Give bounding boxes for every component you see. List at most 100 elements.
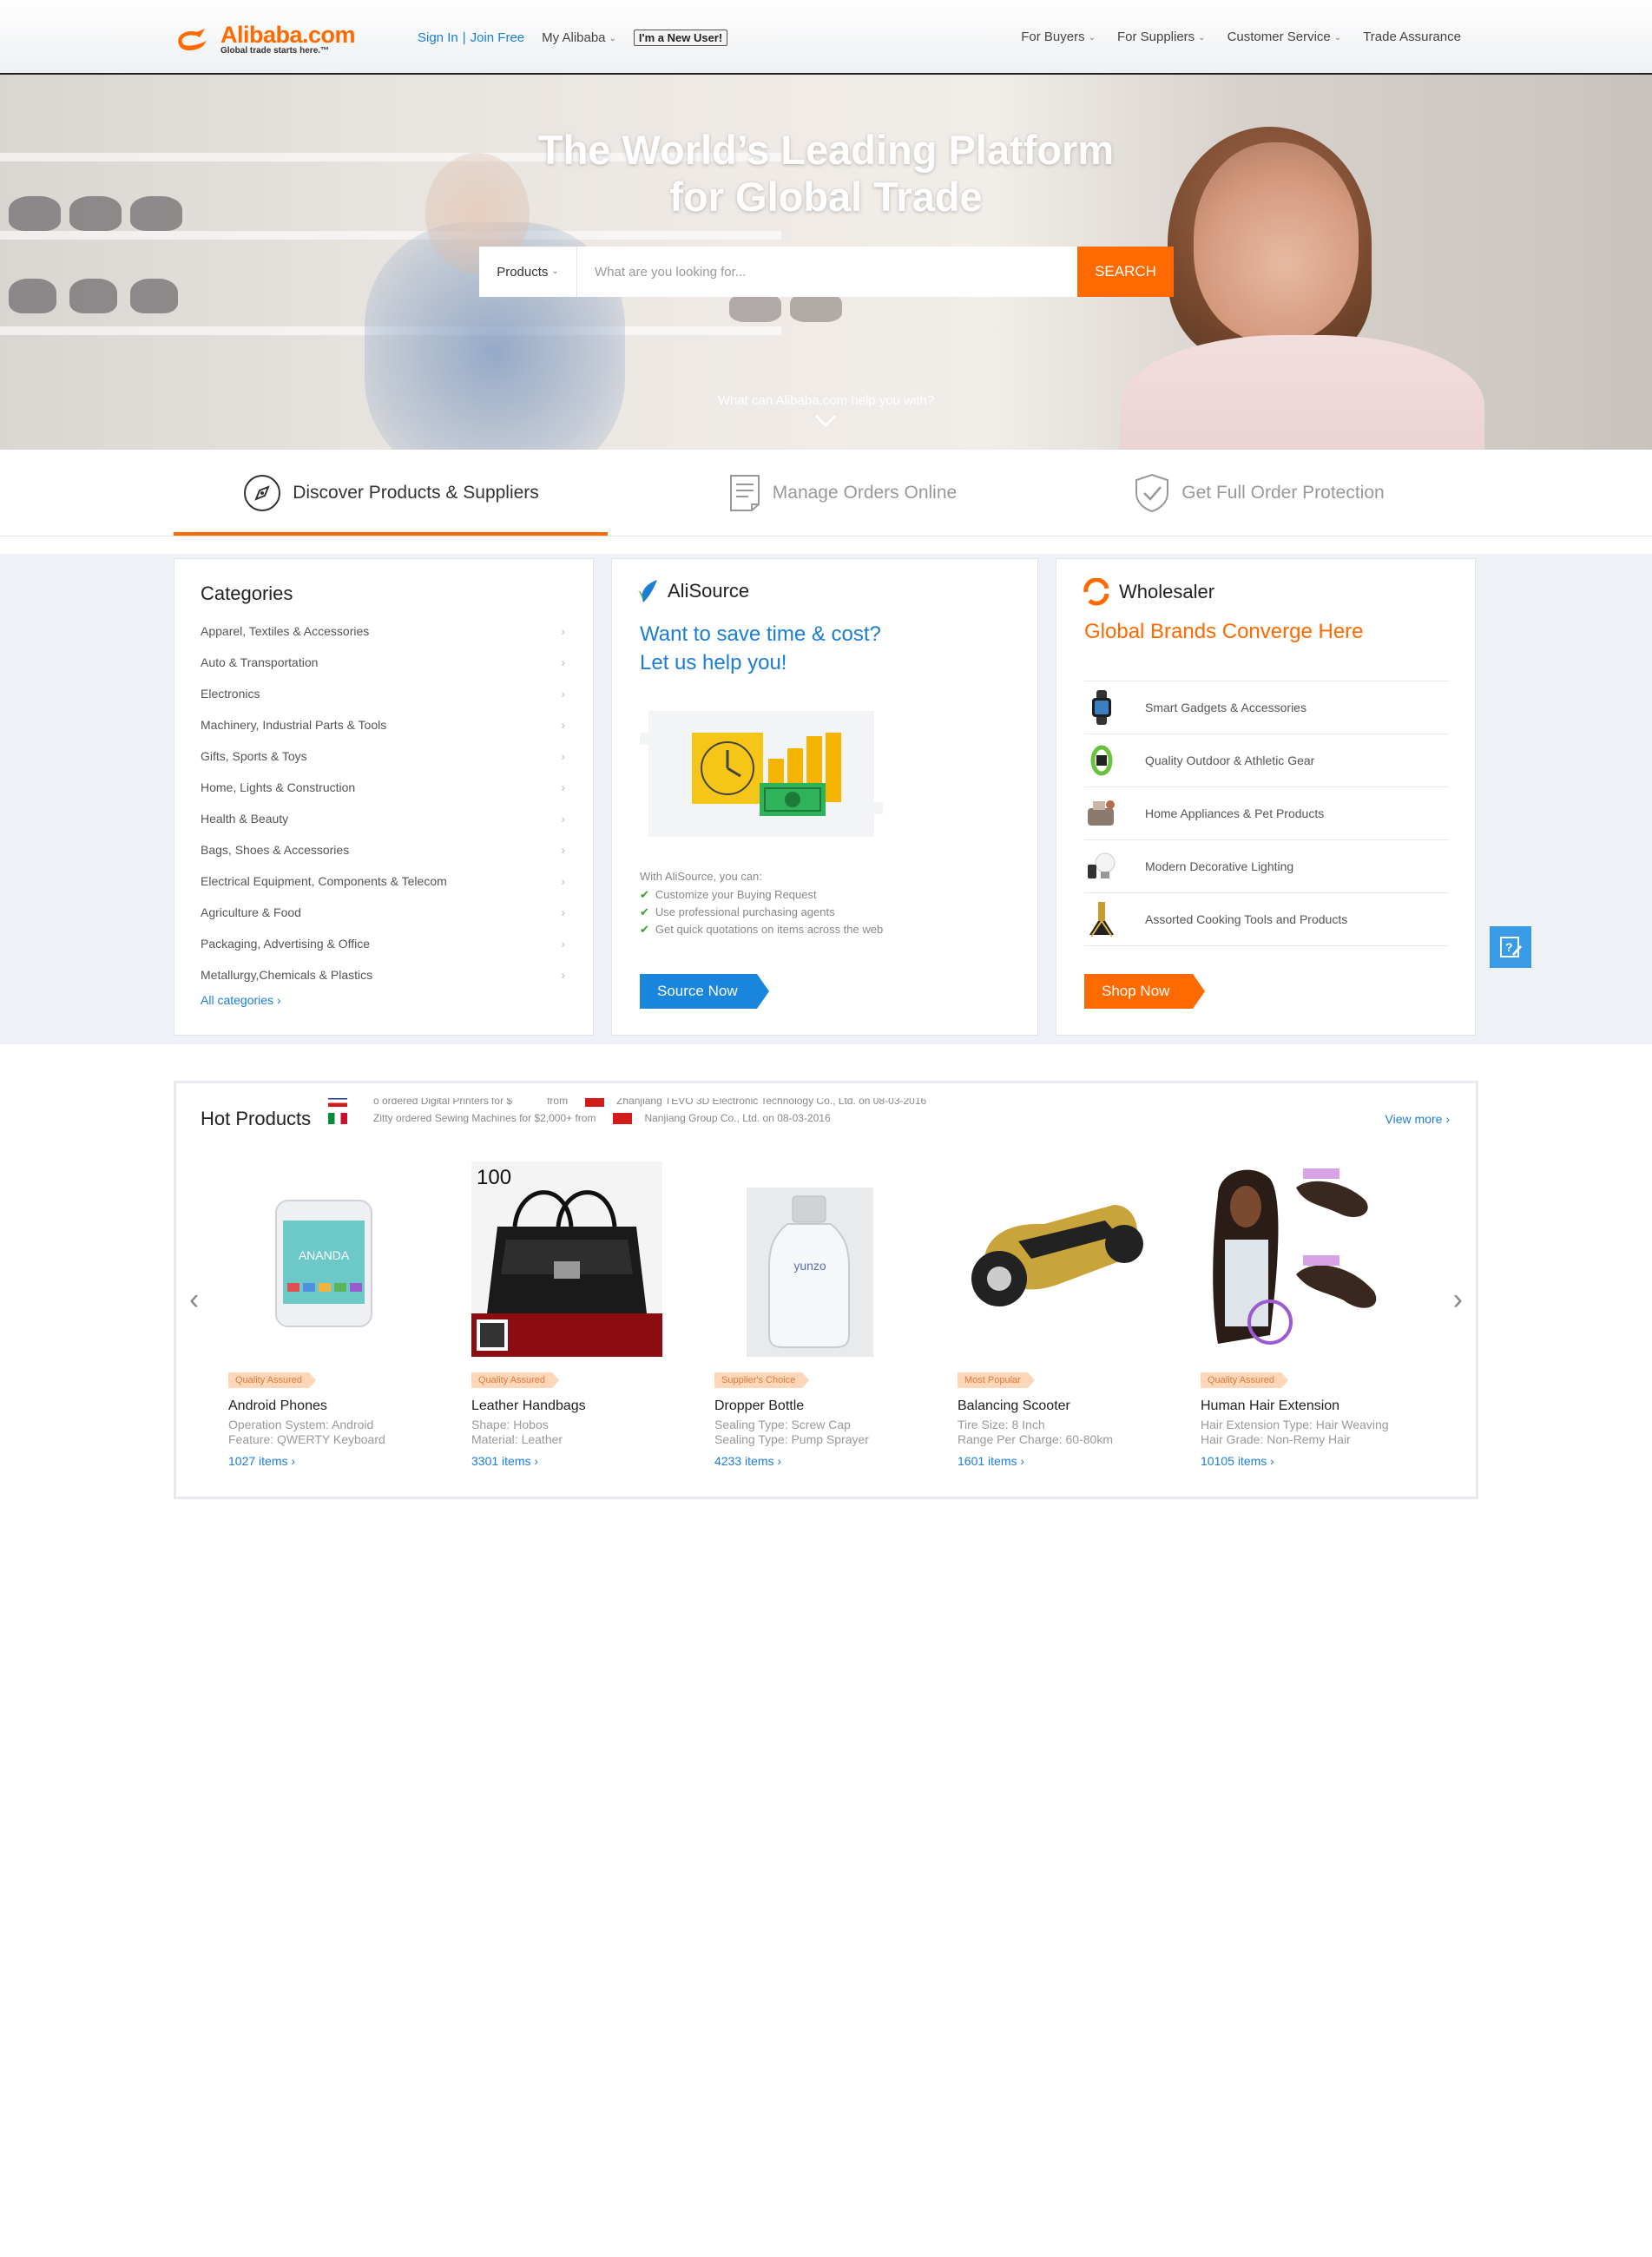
wholesaler-header: Wholesaler xyxy=(1083,578,1214,606)
product-card[interactable]: 100 Quality Assured Leather Handbags Sha… xyxy=(471,1161,680,1468)
chevron-right-icon: › xyxy=(777,1454,782,1468)
product-name[interactable]: Dropper Bottle xyxy=(714,1398,923,1414)
category-item[interactable]: Electrical Equipment, Components & Telec… xyxy=(201,865,565,897)
source-now-button[interactable]: Source Now xyxy=(640,974,769,1009)
product-count-link[interactable]: 3301 items › xyxy=(471,1454,680,1468)
product-attribute: Sealing Type: Screw Cap xyxy=(714,1418,851,1431)
product-name[interactable]: Leather Handbags xyxy=(471,1398,680,1414)
product-badge: Supplier's Choice xyxy=(714,1372,810,1388)
category-label: Gifts, Sports & Toys xyxy=(201,749,307,763)
product-card[interactable]: Quality Assured Human Hair Extension Hai… xyxy=(1201,1161,1409,1468)
nav-customer-service[interactable]: Customer Service ⌄ xyxy=(1227,30,1342,44)
product-card[interactable]: Most Popular Balancing Scooter Tire Size… xyxy=(958,1161,1166,1468)
top-header: Alibaba.com Global trade starts here.™ S… xyxy=(0,0,1652,75)
search-button[interactable]: SEARCH xyxy=(1077,247,1174,297)
nav-for-suppliers[interactable]: For Suppliers ⌄ xyxy=(1117,30,1206,44)
product-image[interactable]: 100 xyxy=(471,1161,662,1357)
nav-for-buyers[interactable]: For Buyers ⌄ xyxy=(1021,30,1096,44)
alisource-question-line1: Want to save time & cost? xyxy=(640,622,881,646)
category-item[interactable]: Packaging, Advertising & Office › xyxy=(201,928,565,959)
my-alibaba-menu[interactable]: My Alibaba ⌄ xyxy=(542,30,616,45)
carousel-next-icon[interactable]: › xyxy=(1453,1283,1463,1317)
chevron-down-icon: ⌄ xyxy=(1333,33,1342,43)
order-ticker: o ordered Digital Printers for $ from Zh… xyxy=(328,1098,1109,1133)
product-brand-text: 100 xyxy=(477,1166,511,1189)
view-more-label: View more xyxy=(1385,1112,1443,1126)
product-count: 4233 items xyxy=(714,1454,774,1468)
category-item[interactable]: Gifts, Sports & Toys › xyxy=(201,740,565,772)
view-more-link[interactable]: View more › xyxy=(1385,1112,1450,1126)
category-item[interactable]: Agriculture & Food › xyxy=(201,897,565,928)
wholesaler-item[interactable]: Smart Gadgets & Accessories xyxy=(1084,681,1449,734)
category-label: Electronics xyxy=(201,687,260,701)
new-user-button[interactable]: I'm a New User! xyxy=(633,30,728,46)
top-nav: For Buyers ⌄ For Suppliers ⌄ Customer Serv… xyxy=(999,30,1461,44)
product-name[interactable]: Balancing Scooter xyxy=(958,1398,1166,1414)
link-separator: | xyxy=(462,30,466,45)
product-count-link[interactable]: 1027 items › xyxy=(228,1454,437,1468)
tab-label: Get Full Order Protection xyxy=(1181,483,1385,503)
wholesaler-item[interactable]: Quality Outdoor & Athletic Gear xyxy=(1084,734,1449,787)
product-card[interactable]: ANANDA Quality Assured Android Phones Op… xyxy=(228,1161,437,1468)
shop-now-button[interactable]: Shop Now xyxy=(1084,974,1205,1009)
category-item[interactable]: Machinery, Industrial Parts & Tools › xyxy=(201,709,565,740)
hero-woman-body xyxy=(1120,335,1484,450)
alisource-point: ✔ Get quick quotations on items across th… xyxy=(640,921,883,938)
flag-icon xyxy=(328,1112,347,1124)
product-count-link[interactable]: 1601 items › xyxy=(958,1454,1166,1468)
category-item[interactable]: Electronics › xyxy=(201,678,565,709)
wholesaler-item[interactable]: Home Appliances & Pet Products xyxy=(1084,787,1449,840)
nav-trade-assurance[interactable]: Trade Assurance xyxy=(1363,30,1461,44)
chevron-right-icon: › xyxy=(561,905,565,919)
category-label: Metallurgy,Chemicals & Plastics xyxy=(201,968,373,982)
hero-title-line1: The World’s Leading Platform xyxy=(537,127,1115,173)
category-item[interactable]: Metallurgy,Chemicals & Plastics › xyxy=(201,959,565,990)
all-categories-label: All categories xyxy=(201,993,274,1007)
carousel-prev-icon[interactable]: ‹ xyxy=(189,1283,199,1317)
alisource-point: ✔ Use professional purchasing agents xyxy=(640,904,883,921)
feedback-button[interactable]: ? xyxy=(1490,926,1531,968)
product-image[interactable]: yunzo xyxy=(714,1161,905,1357)
category-item[interactable]: Health & Beauty › xyxy=(201,803,565,834)
nav-label: Customer Service xyxy=(1227,30,1331,44)
hero-bg-item xyxy=(69,279,117,313)
chevron-right-icon: › xyxy=(561,749,565,763)
search-category-label: Products xyxy=(497,264,549,280)
product-count-link[interactable]: 4233 items › xyxy=(714,1454,923,1468)
wholesaler-logo-icon xyxy=(1083,578,1109,606)
product-image[interactable]: ANANDA xyxy=(228,1161,419,1357)
join-free-link[interactable]: Join Free xyxy=(471,30,525,45)
search-category-select[interactable]: Products ⌄ xyxy=(479,247,577,297)
product-image[interactable] xyxy=(1201,1161,1392,1357)
alibaba-logo[interactable]: Alibaba.com Global trade starts here.™ xyxy=(174,23,356,57)
wholesaler-item[interactable]: Modern Decorative Lighting xyxy=(1084,840,1449,893)
categories-title: Categories xyxy=(201,582,293,604)
category-item[interactable]: Home, Lights & Construction › xyxy=(201,772,565,803)
sign-in-link[interactable]: Sign In xyxy=(418,30,458,45)
category-item[interactable]: Bags, Shoes & Accessories › xyxy=(201,834,565,865)
tab-manage-orders[interactable]: Manage Orders Online xyxy=(625,450,1059,536)
alisource-points: ✔ Customize your Buying Request ✔ Use prof… xyxy=(640,886,883,938)
chevron-right-icon: › xyxy=(561,718,565,732)
feature-tabs: Discover Products & Suppliers Manage Ord… xyxy=(0,450,1652,536)
chevron-right-icon: › xyxy=(561,624,565,638)
all-categories-link[interactable]: All categories › xyxy=(201,993,565,1007)
tab-discover[interactable]: Discover Products & Suppliers xyxy=(174,450,608,536)
hero-help-text: What can Alibaba.com help you with? xyxy=(717,393,935,408)
product-name[interactable]: Human Hair Extension xyxy=(1201,1398,1409,1414)
product-card[interactable]: yunzo Supplier's Choice Dropper Bottle S… xyxy=(714,1161,923,1468)
product-image[interactable] xyxy=(958,1161,1149,1357)
category-label: Electrical Equipment, Components & Telec… xyxy=(201,874,447,888)
category-item[interactable]: Auto & Transportation › xyxy=(201,647,565,678)
tab-order-protection[interactable]: Get Full Order Protection xyxy=(1042,450,1476,536)
product-name[interactable]: Android Phones xyxy=(228,1398,437,1414)
ticker-supplier: Nanjiang Group Co., Ltd. on 08-03-2016 xyxy=(644,1112,831,1124)
category-label: Health & Beauty xyxy=(201,812,289,826)
product-count-link[interactable]: 10105 items › xyxy=(1201,1454,1409,1468)
alisource-title: AliSource xyxy=(668,580,750,602)
search-input[interactable] xyxy=(577,247,1077,297)
category-item[interactable]: Apparel, Textiles & Accessories › xyxy=(201,615,565,647)
wholesaler-item[interactable]: Assorted Cooking Tools and Products xyxy=(1084,893,1449,946)
chevron-down-icon[interactable] xyxy=(813,411,839,431)
flag-icon xyxy=(328,1098,347,1107)
